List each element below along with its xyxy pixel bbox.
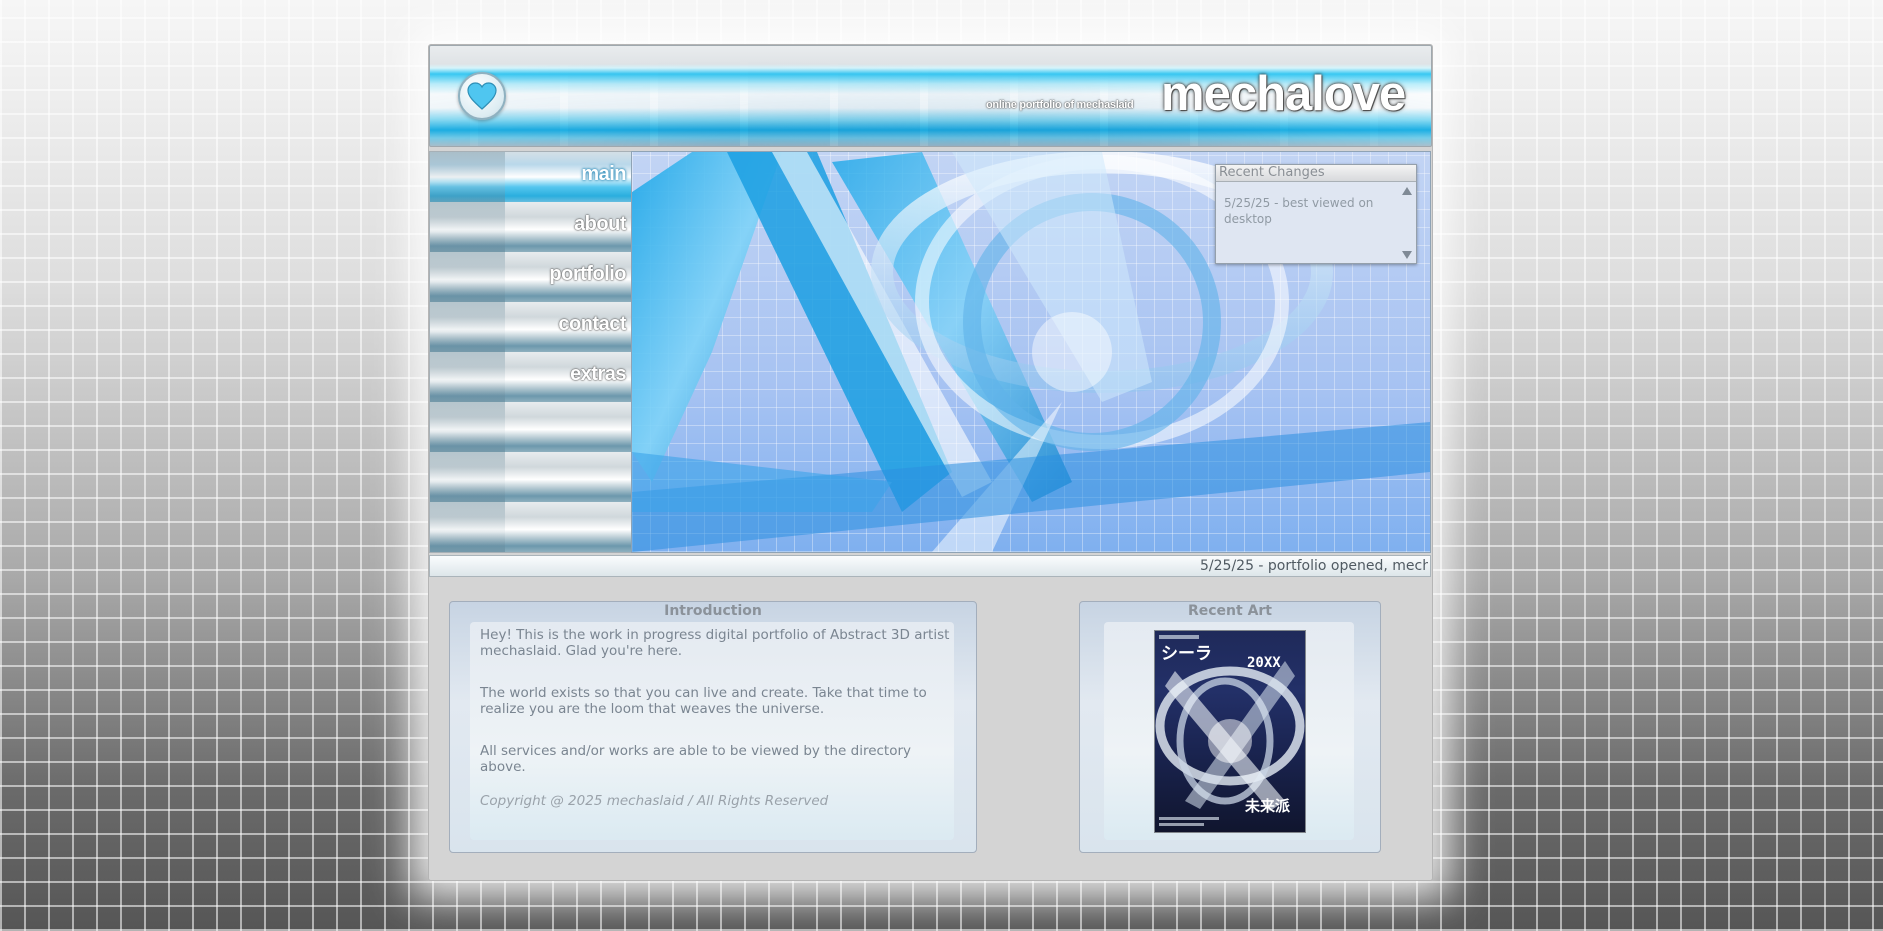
art-text-top: シーラ [1161,644,1212,664]
intro-paragraph: The world exists so that you can live an… [480,685,927,717]
site-tagline: online portfolio of mechaslaid [986,99,1134,111]
nav-item-main[interactable]: main [430,152,631,202]
introduction-title: Introduction [664,603,762,619]
site-title: mechalove [1161,67,1406,121]
nav-item-label: main [581,163,626,185]
scroll-up-arrow-icon[interactable] [1402,187,1412,195]
nav-item-portfolio[interactable]: portfolio [430,252,631,302]
recent-changes-box[interactable]: Recent Changes 5/25/25 - best viewed on … [1215,164,1417,264]
introduction-body: Hey! This is the work in progress digita… [470,622,954,840]
copyright-text: Copyright @ 2025 mechaslaid / All Rights… [480,793,829,809]
recent-art-body: シーラ 20XX 未来派 [1104,622,1354,840]
nav-item-label: extras [570,363,626,385]
ticker-text: 5/25/25 - portfolio opened, mech [1200,558,1428,574]
nav-item-label: portfolio [549,263,626,285]
heart-logo[interactable] [458,72,506,120]
nav-item-empty [430,452,631,502]
art-text-bottom: 未来派 [1244,797,1291,815]
site-header: online portfolio of mechaslaid mechalove [429,45,1432,147]
recent-art-panel: Recent Art シーラ 20XX 未来派 [1079,601,1381,853]
artwork-image: シーラ 20XX 未来派 [1155,635,1305,826]
nav-item-about[interactable]: about [430,202,631,252]
recent-changes-entry: 5/25/25 - best viewed on desktop [1224,196,1374,226]
intro-paragraph: All services and/or works are able to be… [480,743,912,775]
intro-paragraph: Hey! This is the work in progress digita… [480,627,950,659]
nav-item-empty [430,402,631,452]
nav-menu: main about portfolio contact extras [429,151,632,553]
page-frame: online portfolio of mechaslaid mechalove… [428,44,1433,881]
news-ticker: 5/25/25 - portfolio opened, mech [429,555,1431,577]
art-text-year: 20XX [1247,655,1281,671]
recent-art-title: Recent Art [1187,603,1273,619]
nav-item-contact[interactable]: contact [430,302,631,352]
recent-changes-title: Recent Changes [1216,165,1416,182]
nav-item-extras[interactable]: extras [430,352,631,402]
hero-banner: Recent Changes 5/25/25 - best viewed on … [631,151,1431,553]
heart-icon [467,82,497,110]
nav-item-label: contact [558,313,626,335]
nav-item-label: about [574,213,626,235]
nav-item-empty [430,502,631,552]
introduction-panel: Introduction Hey! This is the work in pr… [449,601,977,853]
recent-art-thumbnail[interactable]: シーラ 20XX 未来派 [1154,630,1306,833]
scroll-down-arrow-icon[interactable] [1402,251,1412,259]
